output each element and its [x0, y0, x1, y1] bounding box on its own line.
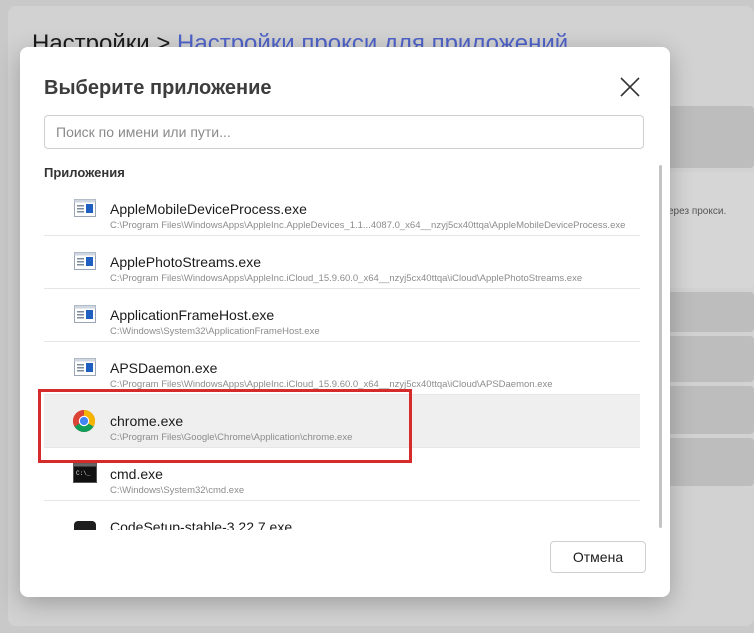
section-label: Приложения	[44, 165, 125, 180]
close-button[interactable]	[616, 73, 644, 101]
settings-panel	[660, 292, 754, 332]
close-icon	[620, 77, 640, 97]
list-scrollbar[interactable]	[659, 165, 662, 528]
list-item[interactable]: CodeSetup-stable-3.22.7.exe	[44, 501, 640, 530]
app-path: C:\Windows\System32\cmd.exe	[110, 485, 245, 496]
app-path: C:\Program Files\Google\Chrome\Applicati…	[110, 432, 353, 443]
app-list[interactable]: AppleMobileDeviceProcess.exe C:\Program …	[44, 183, 640, 530]
list-item[interactable]: ApplePhotoStreams.exe C:\Program Files\W…	[44, 236, 640, 289]
app-path: C:\Program Files\WindowsApps\AppleInc.iC…	[110, 379, 553, 390]
svg-text:C:\_: C:\_	[76, 470, 91, 477]
choose-app-dialog: Выберите приложение Приложения AppleMobi…	[20, 47, 670, 597]
app-name: chrome.exe	[110, 413, 184, 429]
settings-panel	[660, 438, 754, 486]
terminal-icon: C:\_	[73, 463, 97, 483]
search-input[interactable]	[44, 115, 644, 149]
window-app-icon	[74, 305, 96, 323]
app-path: C:\Windows\System32\ApplicationFrameHost…	[110, 326, 320, 337]
list-item[interactable]: APSDaemon.exe C:\Program Files\WindowsAp…	[44, 342, 640, 395]
list-item[interactable]: ApplicationFrameHost.exe C:\Windows\Syst…	[44, 289, 640, 342]
settings-panel	[660, 106, 754, 168]
chrome-icon	[73, 410, 95, 432]
settings-panel	[660, 172, 754, 288]
window-app-icon	[74, 199, 96, 217]
settings-description: ерез прокси.	[668, 206, 727, 217]
dialog-title: Выберите приложение	[44, 77, 272, 99]
app-name: CodeSetup-stable-3.22.7.exe	[110, 519, 293, 530]
settings-panel	[660, 386, 754, 434]
app-name: ApplicationFrameHost.exe	[110, 307, 275, 323]
window-app-icon	[74, 358, 96, 376]
app-path: C:\Program Files\WindowsApps\AppleInc.iC…	[110, 273, 583, 284]
app-name: cmd.exe	[110, 466, 163, 482]
installer-icon	[74, 521, 96, 530]
app-name: AppleMobileDeviceProcess.exe	[110, 201, 307, 217]
settings-panel	[660, 336, 754, 382]
app-path: C:\Program Files\WindowsApps\AppleInc.Ap…	[110, 220, 626, 231]
list-item-selected[interactable]: chrome.exe C:\Program Files\Google\Chrom…	[44, 395, 640, 448]
app-name: APSDaemon.exe	[110, 360, 218, 376]
list-item[interactable]: C:\_ cmd.exe C:\Windows\System32\cmd.exe	[44, 448, 640, 501]
window-app-icon	[74, 252, 96, 270]
list-item[interactable]: AppleMobileDeviceProcess.exe C:\Program …	[44, 183, 640, 236]
app-name: ApplePhotoStreams.exe	[110, 254, 261, 270]
cancel-button[interactable]: Отмена	[550, 541, 646, 573]
